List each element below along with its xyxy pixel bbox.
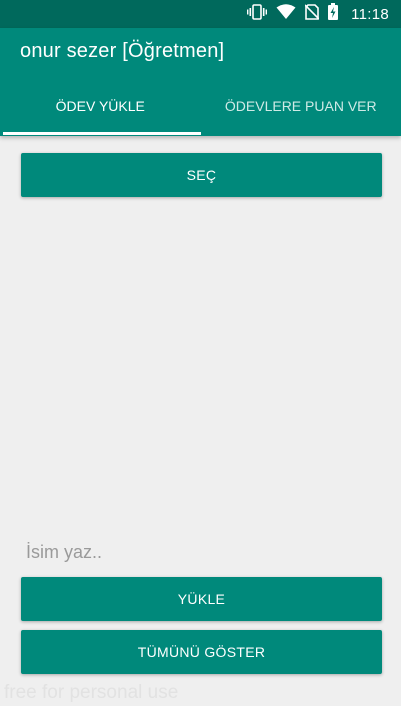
tab-indicator [3,132,201,135]
tab-label: ÖDEV YÜKLE [55,98,145,114]
upload-button[interactable]: YÜKLE [21,577,382,621]
tab-bar: ÖDEV YÜKLE ÖDEVLERE PUAN VER [0,80,401,135]
watermark: free for personal use [4,682,179,703]
select-button[interactable]: SEÇ [21,153,382,197]
tab-upload-homework[interactable]: ÖDEV YÜKLE [0,80,201,135]
app-bar: onur sezer [Öğretmen] ÖDEV YÜKLE ÖDEVLER… [0,28,401,136]
page-title: onur sezer [Öğretmen] [20,40,225,62]
status-time: 11:18 [351,5,389,23]
tab-label: ÖDEVLERE PUAN VER [224,98,377,114]
battery-charging-icon [328,3,339,25]
wifi-icon [276,3,296,25]
show-all-button[interactable]: TÜMÜNÜ GÖSTER [21,630,382,674]
no-sim-icon [304,3,320,25]
vibrate-icon [247,3,268,25]
status-bar: 11:18 [0,0,401,28]
tab-grade-homework[interactable]: ÖDEVLERE PUAN VER [201,80,401,132]
name-input[interactable] [22,534,382,570]
